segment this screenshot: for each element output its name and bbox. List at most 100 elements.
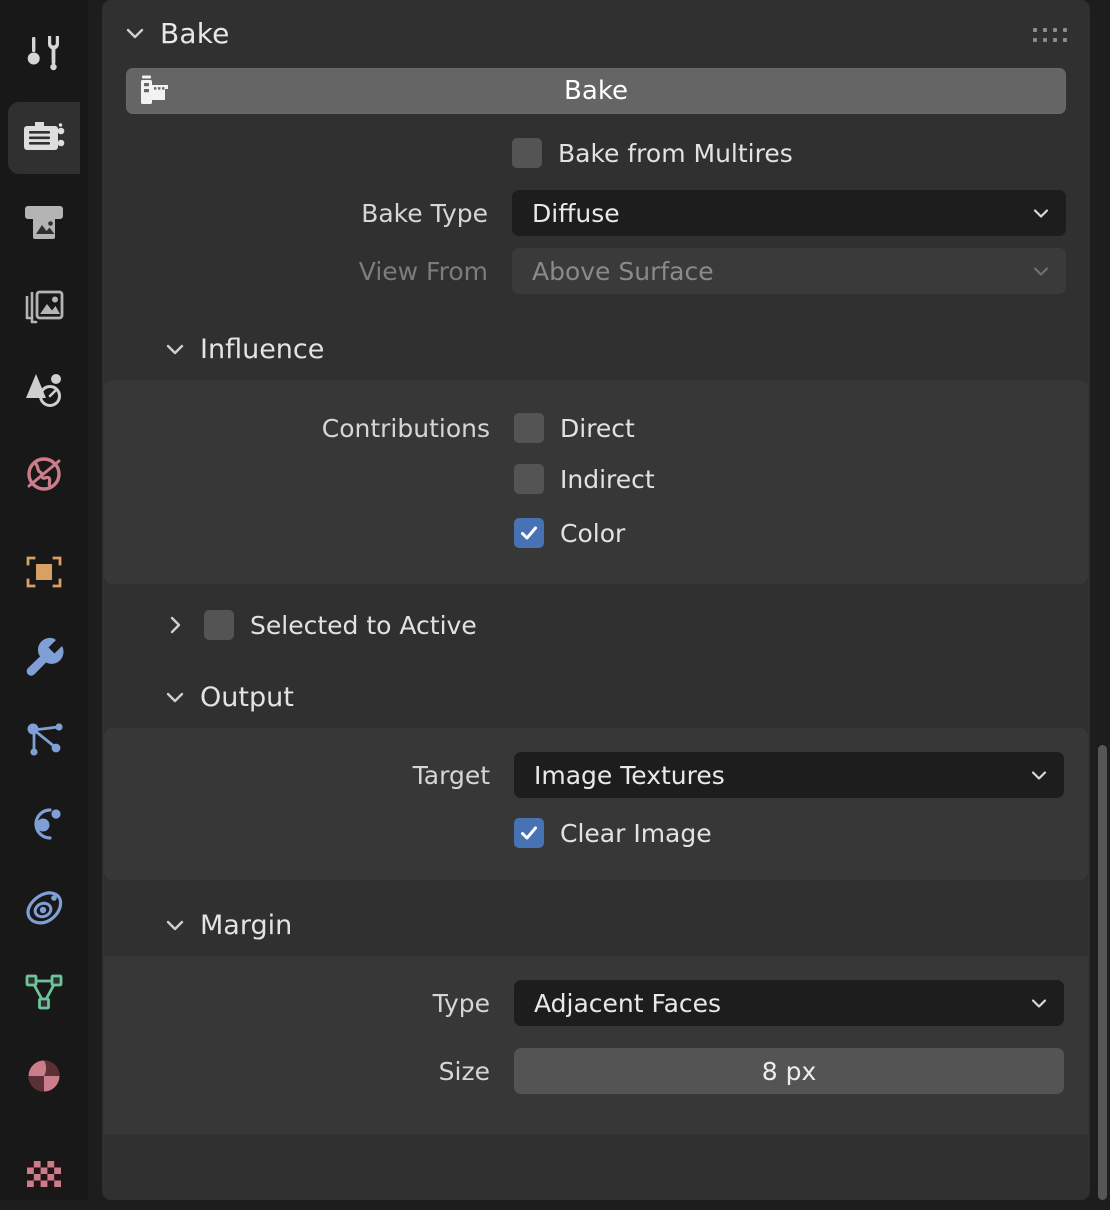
chevron-right-icon[interactable] (164, 614, 186, 636)
clear-image-label: Clear Image (560, 818, 712, 848)
selected-to-active-checkbox[interactable] (204, 610, 234, 640)
target-label: Target (412, 760, 490, 790)
panel-title: Bake (160, 16, 230, 50)
bake-type-dropdown[interactable]: Diffuse (512, 190, 1066, 236)
checkbox-off-icon[interactable] (514, 464, 544, 494)
chevron-down-icon[interactable] (164, 338, 186, 360)
material-sphere-icon (22, 1054, 66, 1098)
chevron-down-icon (1030, 260, 1052, 282)
selected-to-active-header[interactable]: Selected to Active (102, 590, 1090, 660)
image-stack-icon (22, 284, 66, 328)
clear-image-checkbox[interactable]: Clear Image (514, 818, 1064, 848)
drag-grip-icon[interactable] (1033, 28, 1068, 43)
tab-world-properties[interactable] (8, 438, 80, 510)
clear-image-row: Clear Image (104, 810, 1088, 856)
margin-type-dropdown[interactable]: Adjacent Faces (514, 980, 1064, 1026)
output-subpanel-header[interactable]: Output (102, 666, 1090, 728)
vertical-scrollbar[interactable] (1098, 745, 1107, 1200)
blender-properties-editor: Bake Bake Bake from Multires Bake Type D… (0, 0, 1110, 1200)
constraint-icon (22, 886, 66, 930)
contributions-color-label: Color (560, 518, 626, 548)
contributions-color-checkbox[interactable]: Color (514, 518, 1064, 548)
render-film-icon (138, 73, 174, 109)
bake-type-value: Diffuse (532, 198, 620, 228)
tab-texture-properties[interactable] (8, 1138, 80, 1210)
checkbox-on-icon[interactable] (514, 818, 544, 848)
bake-button-label: Bake (564, 76, 628, 106)
wrench-icon (22, 634, 66, 678)
tab-physics-properties[interactable] (8, 788, 80, 860)
tab-material-properties[interactable] (8, 1040, 80, 1112)
chevron-down-icon (1028, 764, 1050, 786)
margin-type-label: Type (432, 988, 490, 1018)
view-from-row: View From Above Surface (102, 248, 1090, 294)
margin-title: Margin (200, 909, 293, 941)
tool-icon (22, 32, 66, 76)
output-title: Output (200, 681, 294, 713)
checkbox-off-icon[interactable] (514, 413, 544, 443)
tab-object-properties[interactable] (8, 536, 80, 608)
chevron-down-icon[interactable] (124, 22, 146, 44)
tab-particle-properties[interactable] (8, 704, 80, 776)
margin-type-row: Type Adjacent Faces (104, 980, 1088, 1026)
properties-scroll-area: Bake Bake Bake from Multires Bake Type D… (88, 0, 1110, 1200)
tab-output-properties[interactable] (8, 186, 80, 258)
tab-view-layer-properties[interactable] (8, 270, 80, 342)
margin-size-value: 8 px (761, 1056, 817, 1086)
bake-type-label: Bake Type (361, 198, 488, 228)
bake-panel-header[interactable]: Bake (102, 0, 1090, 66)
cone-sphere-icon (22, 368, 66, 412)
checkbox-on-icon[interactable] (514, 518, 544, 548)
tab-object-constraint-properties[interactable] (8, 872, 80, 944)
checker-icon (22, 1152, 66, 1196)
target-value: Image Textures (534, 760, 725, 790)
contributions-indirect-checkbox[interactable]: Indirect (514, 464, 1064, 494)
orbit-icon (22, 802, 66, 846)
bake-from-multires-row: Bake from Multires (102, 130, 1090, 176)
tab-tool-properties[interactable] (8, 18, 80, 90)
chevron-down-icon (1030, 202, 1052, 224)
contributions-direct-row: Contributions Direct (104, 404, 1088, 452)
tab-render-properties[interactable] (8, 102, 80, 174)
orange-square-icon (22, 550, 66, 594)
influence-subpanel-body: Contributions Direct Indirect Color (104, 380, 1088, 584)
influence-subpanel-header[interactable]: Influence (102, 318, 1090, 380)
target-dropdown[interactable]: Image Textures (514, 752, 1064, 798)
contributions-color-row: Color (104, 506, 1088, 560)
printer-icon (22, 200, 66, 244)
contributions-direct-checkbox[interactable]: Direct (514, 413, 1064, 443)
margin-size-slider[interactable]: 8 px (514, 1048, 1064, 1094)
margin-subpanel-header[interactable]: Margin (102, 894, 1090, 956)
selected-to-active-label: Selected to Active (250, 610, 477, 640)
chevron-down-icon[interactable] (164, 686, 186, 708)
chevron-down-icon (1028, 992, 1050, 1014)
contributions-label: Contributions (321, 413, 490, 443)
bake-panel: Bake Bake Bake from Multires Bake Type D… (102, 0, 1090, 1200)
bake-button[interactable]: Bake (126, 68, 1066, 114)
tab-modifier-properties[interactable] (8, 620, 80, 692)
margin-size-row: Size 8 px (104, 1048, 1088, 1094)
view-from-value: Above Surface (532, 256, 714, 286)
properties-tab-strip (0, 0, 88, 1200)
margin-subpanel-body: Type Adjacent Faces Size 8 px (104, 956, 1088, 1134)
bake-from-multires-label: Bake from Multires (558, 138, 793, 168)
margin-type-value: Adjacent Faces (534, 988, 722, 1018)
influence-title: Influence (200, 333, 325, 365)
target-row: Target Image Textures (104, 752, 1088, 798)
margin-size-label: Size (438, 1056, 490, 1086)
bake-type-row: Bake Type Diffuse (102, 190, 1090, 236)
camera-back-icon (21, 115, 67, 161)
checkbox-off-icon[interactable] (512, 138, 542, 168)
contributions-direct-label: Direct (560, 413, 635, 443)
output-subpanel-body: Target Image Textures Clear Image (104, 728, 1088, 880)
tab-object-data-properties[interactable] (8, 956, 80, 1028)
view-from-dropdown: Above Surface (512, 248, 1066, 294)
particles-icon (22, 718, 66, 762)
contributions-indirect-row: Indirect (104, 452, 1088, 506)
chevron-down-icon[interactable] (164, 914, 186, 936)
view-from-label: View From (358, 256, 488, 286)
bake-from-multires-checkbox[interactable]: Bake from Multires (512, 138, 1066, 168)
globe-icon (22, 452, 66, 496)
tab-scene-properties[interactable] (8, 354, 80, 426)
contributions-indirect-label: Indirect (560, 464, 655, 494)
